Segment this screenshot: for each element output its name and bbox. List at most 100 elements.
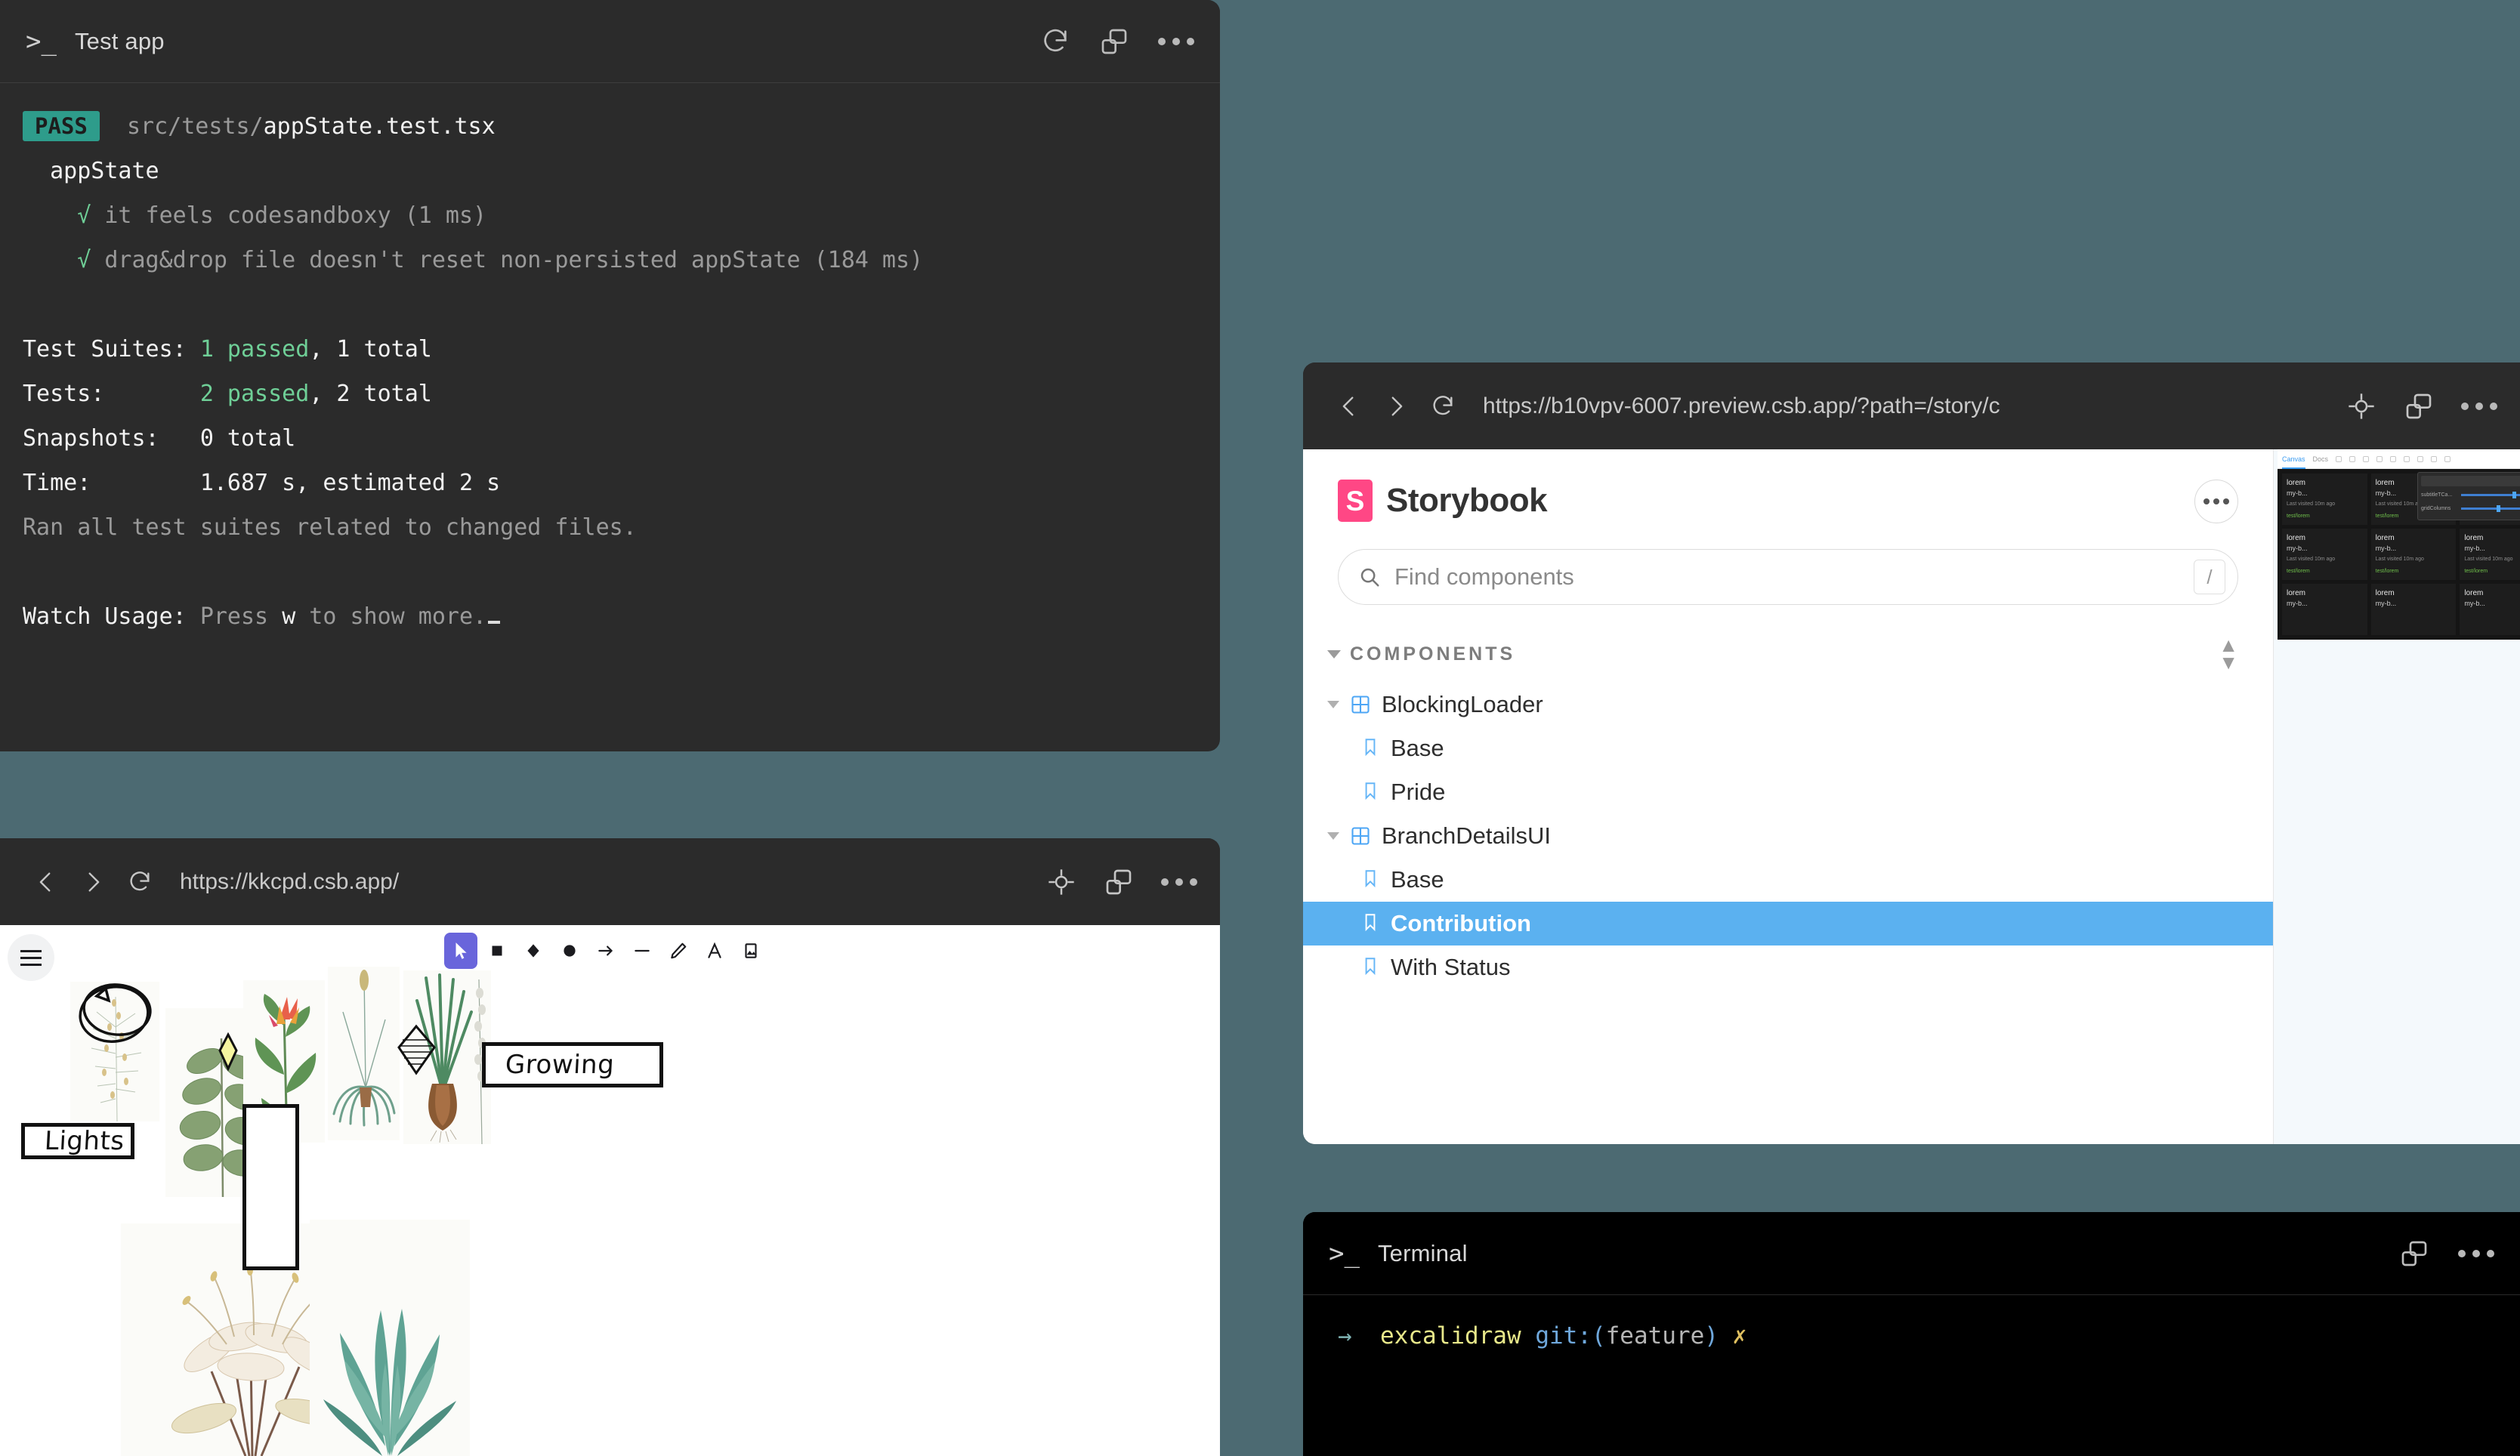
terminal-prompt-icon: >_	[26, 26, 57, 57]
hamburger-menu-icon[interactable]	[8, 934, 54, 981]
preview-card-title: lorem	[2464, 534, 2484, 542]
preview-card-subtitle: my-b...	[2287, 544, 2308, 552]
outline-icon[interactable]	[2431, 455, 2438, 462]
text-tool[interactable]	[698, 933, 731, 969]
storybook-url-bar[interactable]: https://b10vpv-6007.preview.csb.app/?pat…	[1483, 393, 2331, 419]
canvas-label-box-growing[interactable]: Growing	[482, 1042, 663, 1087]
excalidraw-canvas[interactable]: Growing Lights	[0, 925, 1220, 1456]
preview-controls-popover: subtitleTCa... 7.68 gridColumns 3	[2417, 472, 2520, 520]
split-pane-icon[interactable]	[1104, 867, 1134, 897]
prompt-git-suffix: )	[1704, 1322, 1719, 1350]
preview-card-title: lorem	[2375, 589, 2395, 597]
fullscreen-icon[interactable]	[2444, 455, 2451, 462]
back-icon[interactable]	[23, 859, 69, 905]
storybook-browser-toolbar: https://b10vpv-6007.preview.csb.app/?pat…	[1303, 362, 2520, 449]
summary-rest: 0 total	[199, 425, 296, 452]
zoom-out-icon[interactable]	[2363, 455, 2370, 462]
plant-illustration	[403, 970, 491, 1144]
summary-label: Test Suites:	[23, 336, 187, 362]
terminal-output[interactable]: → excalidraw git:(feature) ✗	[1303, 1295, 2520, 1377]
story-icon	[1360, 868, 1380, 891]
preview-tab-docs[interactable]: Docs	[2313, 455, 2329, 463]
canvas-label-box-lights[interactable]: Lights	[21, 1123, 134, 1159]
preview-card-meta: Last visited 10m ago	[2287, 557, 2336, 562]
tree-item-base[interactable]: Base	[1303, 858, 2273, 902]
diamond-tool[interactable]	[517, 933, 550, 969]
excalidraw-browser-toolbar: https://kkcpd.csb.app/	[0, 838, 1220, 925]
terminal-title: Terminal	[1377, 1239, 1468, 1266]
grid-icon[interactable]	[2376, 455, 2383, 462]
inspect-icon[interactable]	[2346, 391, 2376, 421]
measure-icon[interactable]	[2417, 455, 2424, 462]
canvas-label-text: Lights	[43, 1126, 125, 1156]
tree-item-with-status[interactable]: With Status	[1303, 945, 2273, 989]
more-options-icon[interactable]	[1161, 867, 1197, 897]
chevron-down-icon	[1327, 831, 1339, 840]
image-tool[interactable]	[734, 933, 767, 969]
selection-tool[interactable]	[444, 933, 477, 969]
draw-tool[interactable]	[662, 933, 695, 969]
components-section-title: COMPONENTS	[1350, 643, 1516, 665]
line-tool[interactable]	[625, 933, 659, 969]
viewport-icon[interactable]	[2404, 455, 2410, 462]
control-slider[interactable]	[2461, 491, 2520, 498]
test-case-label: drag&drop file doesn't reset non-persist…	[104, 247, 924, 273]
excalidraw-url-bar[interactable]: https://kkcpd.csb.app/	[180, 869, 1031, 895]
prompt-arrow: →	[1338, 1322, 1352, 1350]
preview-tab-canvas[interactable]: Canvas	[2282, 449, 2305, 469]
refresh-icon[interactable]	[1040, 26, 1070, 57]
reload-icon[interactable]	[116, 859, 163, 905]
zoom-reset-icon[interactable]	[2336, 455, 2342, 462]
split-pane-icon[interactable]	[2399, 1239, 2429, 1269]
watch-hint-a: Press	[199, 603, 283, 630]
storybook-brand[interactable]: S Storybook	[1303, 449, 2273, 522]
search-icon	[1358, 566, 1381, 588]
back-icon[interactable]	[1326, 383, 1373, 430]
tree-item-contribution[interactable]: Contribution	[1303, 901, 2273, 945]
control-slider[interactable]	[2461, 504, 2520, 512]
inspect-icon[interactable]	[1046, 867, 1076, 897]
storybook-logo-icon: S	[1338, 480, 1373, 522]
rectangle-tool[interactable]	[480, 933, 514, 969]
more-options-icon[interactable]	[2458, 1239, 2494, 1269]
story-icon	[1360, 737, 1380, 760]
sidebar-more-options-icon[interactable]	[2194, 480, 2238, 523]
summary-label: Time:	[23, 470, 91, 496]
storybook-logo-letter: S	[1345, 485, 1365, 517]
component-icon	[1350, 694, 1371, 715]
prompt-directory: excalidraw	[1380, 1322, 1521, 1350]
arrow-tool[interactable]	[589, 933, 622, 969]
component-tree: BlockingLoader Base Pride BranchDetailsU…	[1303, 683, 2273, 989]
text-cursor	[488, 621, 501, 624]
search-input[interactable]	[1394, 563, 2194, 591]
reload-icon[interactable]	[1419, 383, 1466, 430]
preview-card-meta: Last visited 10m ago	[2464, 557, 2513, 562]
components-section-header[interactable]: COMPONENTS ▲ ▼	[1303, 605, 2273, 680]
preview-card-subtitle: my-b...	[2287, 489, 2308, 497]
more-options-icon[interactable]	[1158, 26, 1194, 57]
control-row: gridColumns 3	[2421, 503, 2520, 514]
tree-item-blockingloader[interactable]: BlockingLoader	[1303, 683, 2273, 726]
split-pane-icon[interactable]	[2404, 391, 2434, 421]
storybook-canvas-preview[interactable]: Canvas Docs lorem my-b... Last visited 1…	[2274, 449, 2520, 1144]
terminal-prompt-icon: >_	[1329, 1238, 1360, 1269]
summary-rest: 1.687 s, estimated 2 s	[199, 470, 501, 496]
background-icon[interactable]	[2390, 455, 2397, 462]
search-components-field[interactable]: /	[1338, 549, 2238, 605]
control-row: subtitleTCa... 7.68	[2421, 489, 2520, 500]
split-pane-icon[interactable]	[1099, 26, 1129, 57]
zoom-in-icon[interactable]	[2349, 455, 2356, 462]
preview-card-subtitle: my-b...	[2375, 600, 2397, 607]
tree-item-pride[interactable]: Pride	[1303, 770, 2273, 814]
tree-item-branchdetailsui[interactable]: BranchDetailsUI	[1303, 814, 2273, 858]
forward-icon[interactable]	[1373, 383, 1419, 430]
preview-card-tag: test/lorem	[2287, 569, 2310, 574]
expand-collapse-all-icon[interactable]: ▲ ▼	[2219, 635, 2238, 672]
ellipse-tool[interactable]	[553, 933, 586, 969]
more-options-icon[interactable]	[2461, 391, 2497, 421]
forward-icon[interactable]	[69, 859, 116, 905]
preview-card: lorem my-b... Last visited 10m ago test/…	[2460, 529, 2520, 580]
tree-item-base[interactable]: Base	[1303, 726, 2273, 770]
canvas-empty-box[interactable]	[242, 1104, 299, 1270]
preview-card-title: lorem	[2464, 589, 2484, 597]
